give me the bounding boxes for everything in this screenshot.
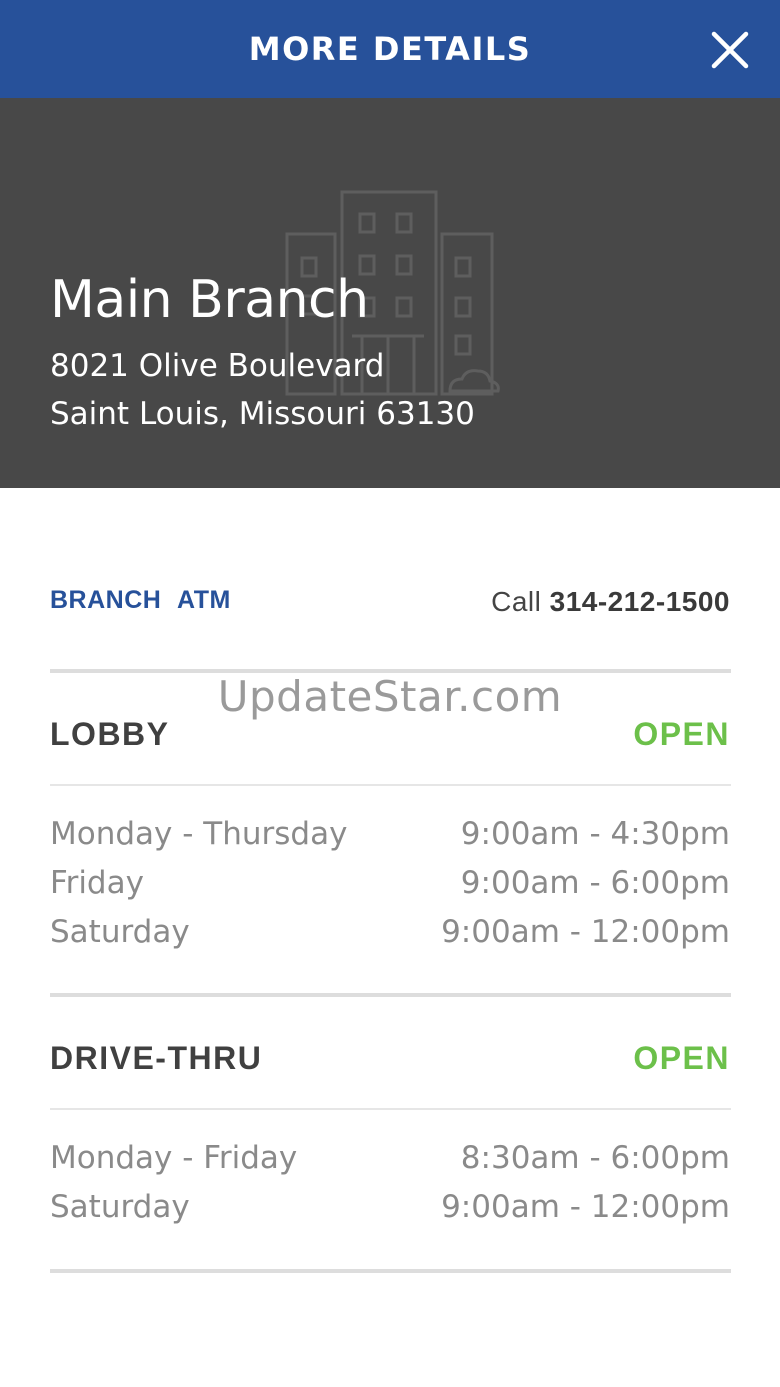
- tabs-row: BRANCH ATM Call 314-212-1500: [50, 586, 730, 622]
- close-button[interactable]: [708, 28, 752, 72]
- hours-row: Saturday 9:00am - 12:00pm: [50, 1189, 730, 1233]
- hours-row: Monday - Friday 8:30am - 6:00pm: [50, 1140, 730, 1184]
- details-screen: MORE DETAILS Main Branch 8021 Olive Boul…: [0, 0, 780, 1387]
- watermark: UpdateStar.com: [217, 672, 563, 721]
- divider: [50, 993, 731, 997]
- call-link[interactable]: Call 314-212-1500: [491, 586, 730, 618]
- tab-branch[interactable]: BRANCH: [50, 586, 161, 615]
- tab-atm[interactable]: ATM: [177, 586, 231, 615]
- address-city: Saint Louis, Missouri 63130: [50, 396, 475, 432]
- hours-day: Friday: [50, 865, 144, 901]
- hours-time: 9:00am - 4:30pm: [460, 816, 730, 852]
- lobby-status-badge: OPEN: [633, 716, 730, 752]
- branch-hero: Main Branch 8021 Olive Boulevard Saint L…: [0, 98, 780, 488]
- divider: [50, 1108, 731, 1110]
- hours-time: 9:00am - 12:00pm: [441, 1189, 730, 1225]
- hours-row: Friday 9:00am - 6:00pm: [50, 865, 730, 909]
- address-street: 8021 Olive Boulevard: [50, 348, 385, 384]
- hours-row: Saturday 9:00am - 12:00pm: [50, 914, 730, 958]
- drive-thru-title: DRIVE-THRU: [50, 1040, 263, 1076]
- phone-number: 314-212-1500: [549, 586, 730, 617]
- close-icon: [711, 31, 749, 69]
- hours-row: Monday - Thursday 9:00am - 4:30pm: [50, 816, 730, 860]
- lobby-title: LOBBY: [50, 716, 170, 752]
- divider: [50, 1269, 731, 1273]
- drive-thru-status-badge: OPEN: [633, 1040, 730, 1076]
- call-label: Call: [491, 586, 542, 617]
- hours-day: Saturday: [50, 914, 190, 950]
- hours-day: Monday - Friday: [50, 1140, 298, 1176]
- branch-name: Main Branch: [50, 270, 369, 330]
- hours-time: 9:00am - 12:00pm: [441, 914, 730, 950]
- hours-time: 9:00am - 6:00pm: [460, 865, 730, 901]
- hours-time: 8:30am - 6:00pm: [460, 1140, 730, 1176]
- header-bar: MORE DETAILS: [0, 0, 780, 98]
- page-title: MORE DETAILS: [248, 30, 532, 68]
- divider: [50, 784, 731, 786]
- hours-day: Monday - Thursday: [50, 816, 348, 852]
- hours-day: Saturday: [50, 1189, 190, 1225]
